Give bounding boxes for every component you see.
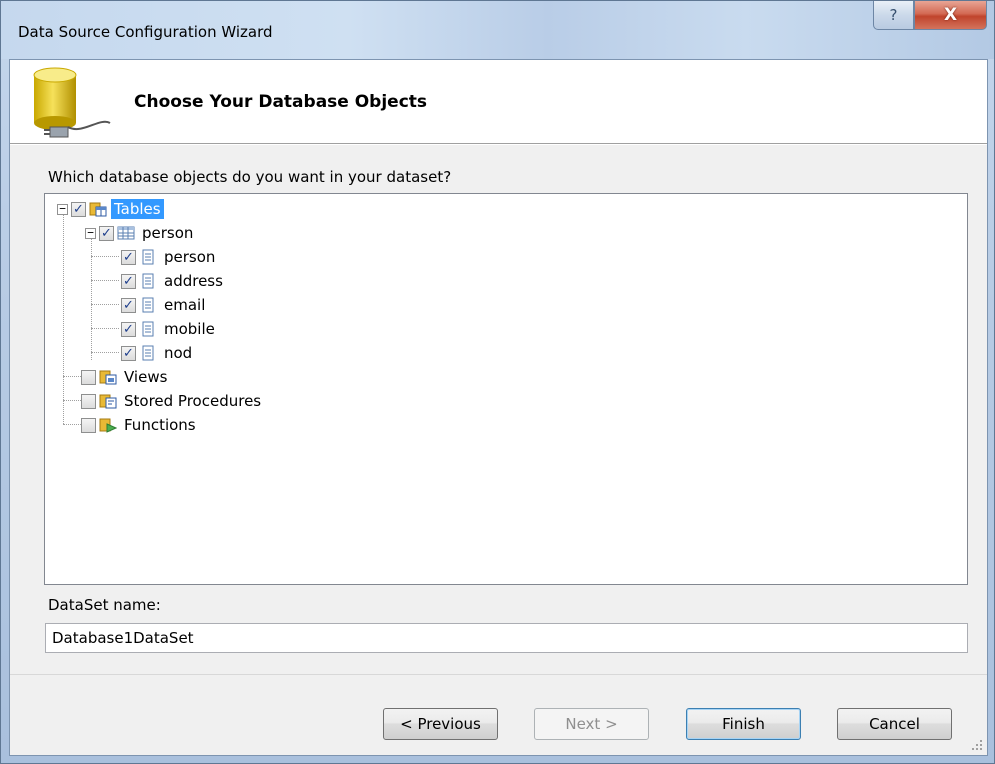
column-checkbox[interactable]: ✓ — [121, 273, 136, 289]
wizard-header: Choose Your Database Objects — [10, 60, 987, 144]
views-folder-icon — [99, 370, 117, 385]
column-icon — [142, 321, 154, 337]
resize-grip-icon[interactable] — [971, 739, 983, 751]
tree-label-functions[interactable]: Functions — [121, 415, 199, 435]
functions-folder-icon — [99, 418, 117, 433]
tree-line — [91, 304, 119, 305]
column-icon — [142, 249, 154, 265]
previous-button[interactable]: < Previous — [383, 708, 498, 740]
tree-label-column[interactable]: email — [161, 295, 208, 315]
column-icon — [142, 297, 154, 313]
tree-line — [91, 256, 119, 257]
views-checkbox[interactable] — [81, 369, 96, 385]
finish-button[interactable]: Finish — [686, 708, 801, 740]
tree-node-column[interactable]: ✓ nod — [121, 342, 195, 364]
help-icon: ? — [889, 6, 898, 24]
tree-node-column[interactable]: ✓ address — [121, 270, 226, 292]
wizard-window: Data Source Configuration Wizard ? X Cho… — [0, 0, 995, 764]
column-icon — [142, 273, 154, 289]
tree-node-views[interactable]: Views — [81, 366, 170, 388]
functions-checkbox[interactable] — [81, 417, 96, 433]
tree-node-functions[interactable]: Functions — [81, 414, 199, 436]
stored-procedures-checkbox[interactable] — [81, 393, 96, 409]
tree-node-column[interactable]: ✓ mobile — [121, 318, 218, 340]
next-button[interactable]: Next > — [534, 708, 649, 740]
collapse-icon[interactable]: − — [57, 203, 68, 215]
tree-label-column[interactable]: person — [161, 247, 218, 267]
close-button[interactable]: X — [914, 1, 987, 30]
wizard-body: Which database objects do you want in yo… — [10, 145, 987, 755]
help-button[interactable]: ? — [873, 1, 914, 30]
tree-line — [63, 214, 64, 424]
column-icon — [142, 345, 154, 361]
tree-label-column[interactable]: address — [161, 271, 226, 291]
tree-line — [63, 424, 81, 425]
table-icon — [117, 226, 135, 240]
tree-node-column[interactable]: ✓ email — [121, 294, 208, 316]
tree-line — [63, 400, 81, 401]
column-checkbox[interactable]: ✓ — [121, 345, 136, 361]
tree-line — [91, 352, 119, 353]
tree-node-column[interactable]: ✓ person — [121, 246, 218, 268]
tree-label-stored-procedures[interactable]: Stored Procedures — [121, 391, 264, 411]
tree-line — [91, 280, 119, 281]
tree-node-tables[interactable]: − ✓ Tables — [57, 198, 164, 220]
title-bar[interactable]: Data Source Configuration Wizard ? X — [1, 1, 994, 59]
tables-checkbox[interactable]: ✓ — [71, 201, 86, 217]
database-objects-tree[interactable]: − ✓ Tables − ✓ person ✓ person ✓ address… — [44, 193, 968, 585]
column-checkbox[interactable]: ✓ — [121, 249, 136, 265]
tree-line — [91, 328, 119, 329]
cancel-button[interactable]: Cancel — [837, 708, 952, 740]
stored-procedures-folder-icon — [99, 394, 117, 409]
close-icon: X — [943, 5, 958, 25]
tree-label-column[interactable]: nod — [161, 343, 195, 363]
tree-node-person-table[interactable]: − ✓ person — [85, 222, 196, 244]
wizard-client-area: Choose Your Database Objects Which datab… — [9, 59, 988, 756]
dataset-name-input[interactable] — [45, 623, 968, 653]
tree-label-tables[interactable]: Tables — [111, 199, 164, 219]
dataset-name-label: DataSet name: — [48, 596, 161, 614]
person-table-checkbox[interactable]: ✓ — [99, 225, 114, 241]
tree-label-views[interactable]: Views — [121, 367, 170, 387]
collapse-icon[interactable]: − — [85, 227, 96, 239]
tree-label-person-table[interactable]: person — [139, 223, 196, 243]
database-plug-icon — [33, 67, 111, 138]
button-separator — [10, 674, 987, 675]
tree-line — [63, 376, 81, 377]
question-label: Which database objects do you want in yo… — [48, 168, 452, 186]
page-title: Choose Your Database Objects — [134, 92, 428, 112]
tables-folder-icon — [89, 202, 107, 217]
column-checkbox[interactable]: ✓ — [121, 321, 136, 337]
window-title: Data Source Configuration Wizard — [18, 23, 273, 41]
tree-label-column[interactable]: mobile — [161, 319, 218, 339]
tree-node-stored-procedures[interactable]: Stored Procedures — [81, 390, 264, 412]
column-checkbox[interactable]: ✓ — [121, 297, 136, 313]
